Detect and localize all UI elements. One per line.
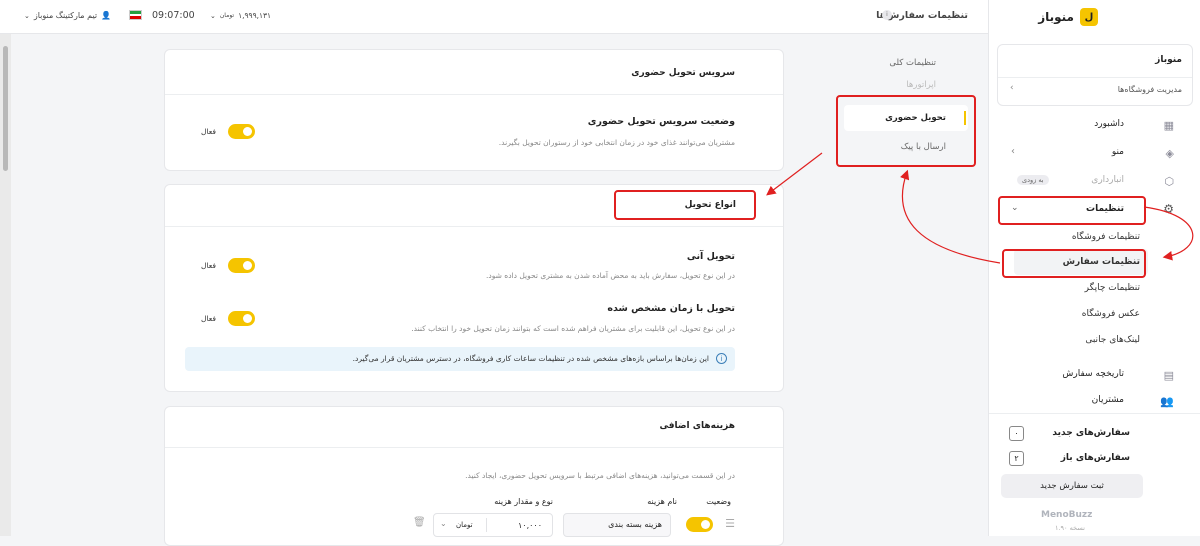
annotation-arrows [766, 152, 1194, 264]
arrow-settings-to-order [1143, 206, 1194, 261]
arrow-order-to-nav [900, 169, 1001, 264]
arrow-nav-to-types [766, 152, 823, 196]
